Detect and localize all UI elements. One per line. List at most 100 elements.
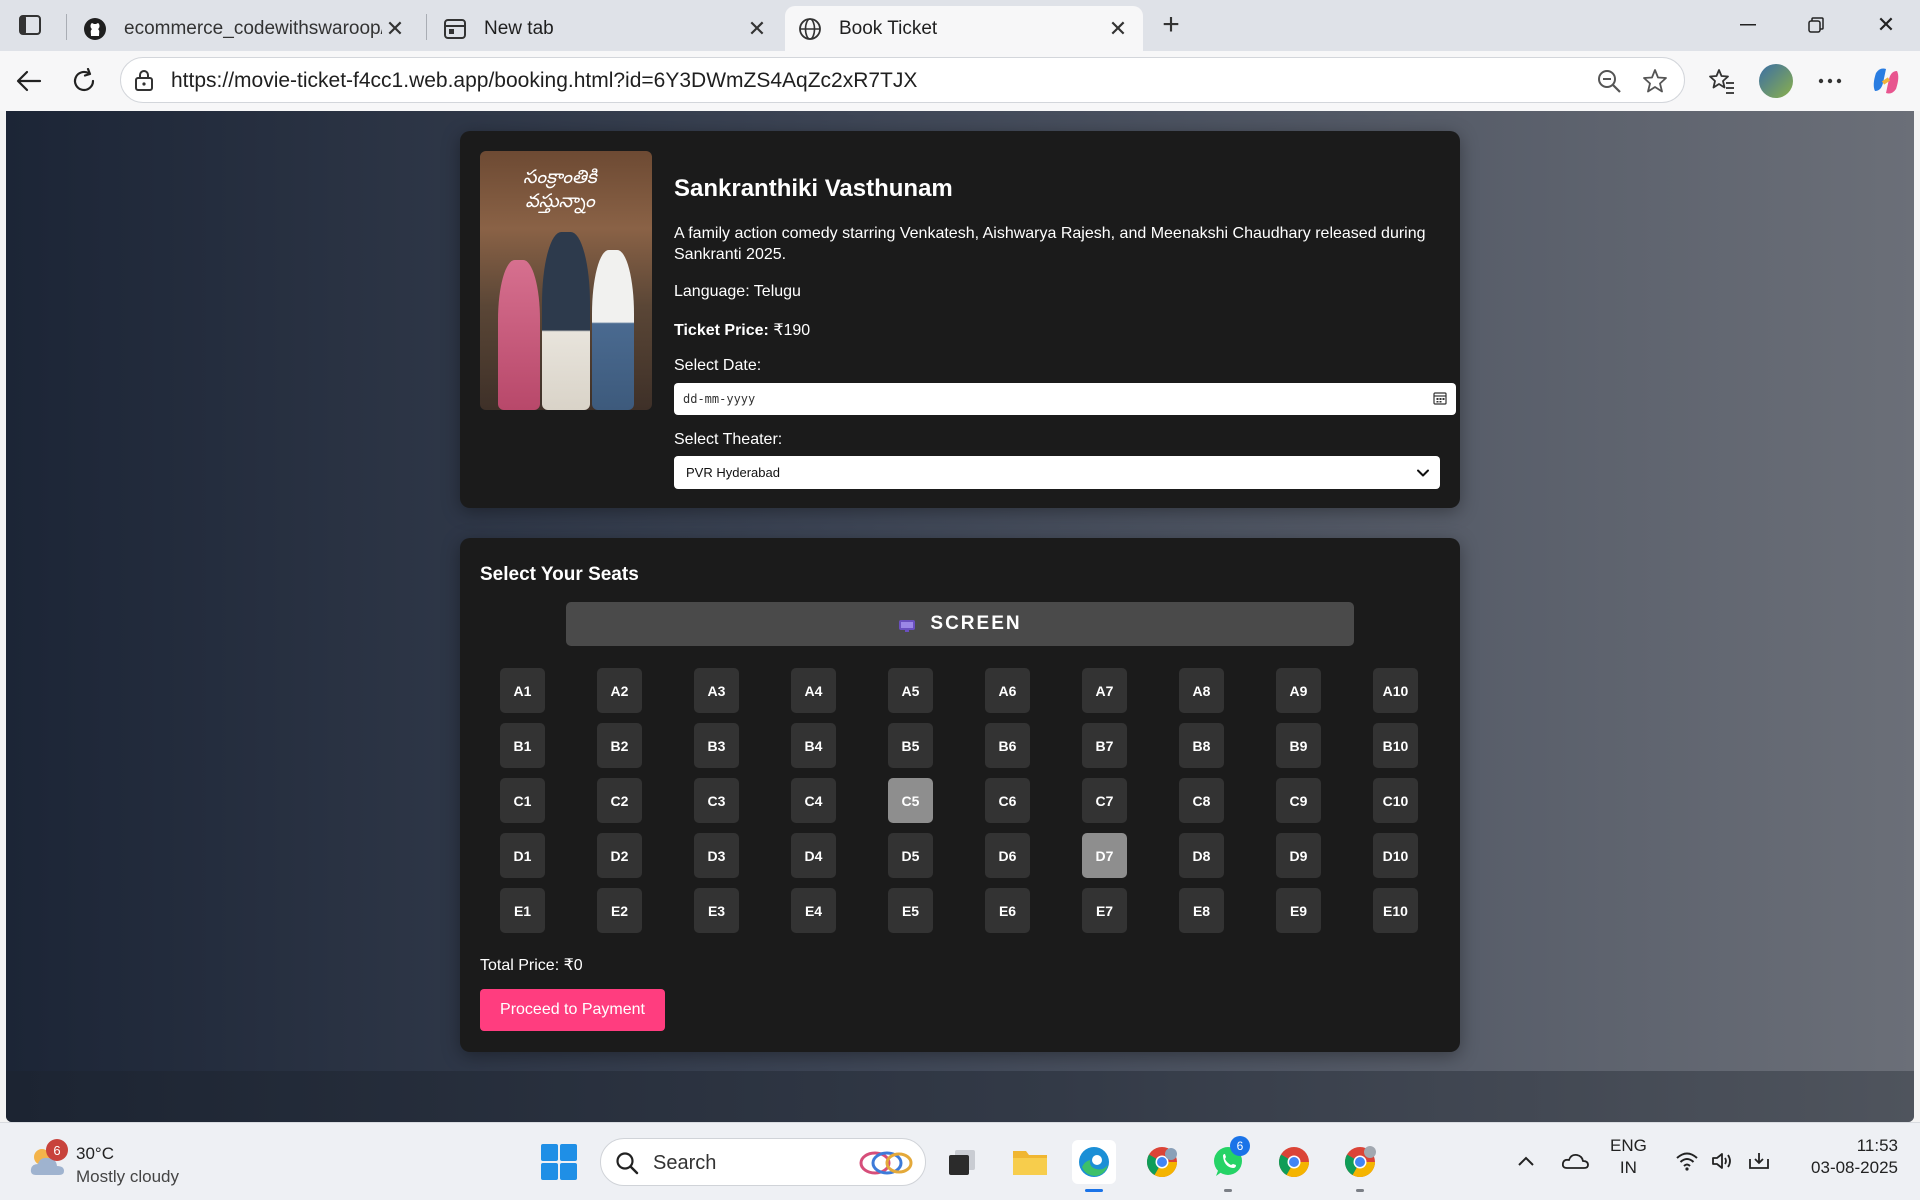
- seat-b2[interactable]: B2: [597, 723, 642, 768]
- more-options-icon[interactable]: [1812, 63, 1848, 99]
- seat-e1[interactable]: E1: [500, 888, 545, 933]
- seat-a7[interactable]: A7: [1082, 668, 1127, 713]
- seat-d6[interactable]: D6: [985, 833, 1030, 878]
- file-explorer-icon[interactable]: [1008, 1140, 1052, 1184]
- seat-b6[interactable]: B6: [985, 723, 1030, 768]
- taskbar-search[interactable]: Search: [600, 1138, 926, 1186]
- close-window-icon[interactable]: ✕: [1862, 8, 1910, 42]
- seat-d1[interactable]: D1: [500, 833, 545, 878]
- copilot-icon[interactable]: [1868, 63, 1904, 99]
- edge-browser-icon[interactable]: [1072, 1140, 1116, 1192]
- seat-c3[interactable]: C3: [694, 778, 739, 823]
- page-footer: [6, 1071, 1914, 1122]
- seat-d10[interactable]: D10: [1373, 833, 1418, 878]
- tab-book-ticket[interactable]: Book Ticket ✕: [785, 6, 1143, 51]
- seat-b4[interactable]: B4: [791, 723, 836, 768]
- seat-b7[interactable]: B7: [1082, 723, 1127, 768]
- favorites-icon[interactable]: [1704, 63, 1740, 99]
- seat-b8[interactable]: B8: [1179, 723, 1224, 768]
- chevron-up-icon[interactable]: [1514, 1149, 1538, 1173]
- seat-a2[interactable]: A2: [597, 668, 642, 713]
- seat-e8[interactable]: E8: [1179, 888, 1224, 933]
- seat-d2[interactable]: D2: [597, 833, 642, 878]
- battery-icon[interactable]: [1746, 1149, 1772, 1173]
- search-label: Search: [653, 1152, 717, 1174]
- system-clock[interactable]: 11:53 03-08-2025: [1811, 1135, 1898, 1179]
- seat-d5[interactable]: D5: [888, 833, 933, 878]
- proceed-to-payment-button[interactable]: Proceed to Payment: [480, 989, 665, 1031]
- volume-icon[interactable]: [1710, 1149, 1736, 1173]
- seat-c8[interactable]: C8: [1179, 778, 1224, 823]
- seat-b5[interactable]: B5: [888, 723, 933, 768]
- browser-tab-strip: ecommerce_codewithswaroop/03 ✕ New tab ✕…: [0, 0, 1920, 51]
- windows-start-icon[interactable]: [540, 1143, 578, 1181]
- seat-e10[interactable]: E10: [1373, 888, 1418, 933]
- seat-c7[interactable]: C7: [1082, 778, 1127, 823]
- onedrive-icon[interactable]: [1560, 1149, 1590, 1173]
- seat-c1[interactable]: C1: [500, 778, 545, 823]
- profile-avatar[interactable]: [1758, 63, 1794, 99]
- tab-github[interactable]: ecommerce_codewithswaroop/03 ✕: [70, 6, 420, 51]
- seat-e3[interactable]: E3: [694, 888, 739, 933]
- seat-c5[interactable]: C5: [888, 778, 933, 823]
- seat-a5[interactable]: A5: [888, 668, 933, 713]
- seat-c9[interactable]: C9: [1276, 778, 1321, 823]
- seat-a9[interactable]: A9: [1276, 668, 1321, 713]
- seat-e9[interactable]: E9: [1276, 888, 1321, 933]
- close-tab-icon[interactable]: ✕: [744, 16, 770, 42]
- close-tab-icon[interactable]: ✕: [1105, 16, 1131, 42]
- seat-c6[interactable]: C6: [985, 778, 1030, 823]
- seat-d4[interactable]: D4: [791, 833, 836, 878]
- seat-e2[interactable]: E2: [597, 888, 642, 933]
- language-indicator[interactable]: ENG IN: [1610, 1135, 1647, 1179]
- seat-d8[interactable]: D8: [1179, 833, 1224, 878]
- seat-c2[interactable]: C2: [597, 778, 642, 823]
- whatsapp-icon[interactable]: 6: [1206, 1136, 1250, 1192]
- seat-c10[interactable]: C10: [1373, 778, 1418, 823]
- seat-d7[interactable]: D7: [1082, 833, 1127, 878]
- windows-taskbar: 6 30°C Mostly cloudy Search 6 ENG IN 11:…: [0, 1122, 1920, 1200]
- page-viewport: సంక్రాంతికి వస్తున్నాం Sankranthiki Vast…: [6, 111, 1914, 1122]
- seat-e6[interactable]: E6: [985, 888, 1030, 933]
- address-bar[interactable]: https://movie-ticket-f4cc1.web.app/booki…: [120, 57, 1685, 103]
- seat-c4[interactable]: C4: [791, 778, 836, 823]
- seat-d3[interactable]: D3: [694, 833, 739, 878]
- calendar-icon[interactable]: [1433, 391, 1447, 405]
- seat-d9[interactable]: D9: [1276, 833, 1321, 878]
- task-view-icon[interactable]: [940, 1140, 984, 1184]
- new-tab-button[interactable]: +: [1156, 8, 1186, 41]
- lock-icon[interactable]: [133, 69, 155, 91]
- github-icon: [82, 16, 108, 42]
- seat-b3[interactable]: B3: [694, 723, 739, 768]
- seat-a1[interactable]: A1: [500, 668, 545, 713]
- favorite-star-icon[interactable]: [1641, 67, 1669, 95]
- reload-icon[interactable]: [67, 64, 101, 98]
- seat-e5[interactable]: E5: [888, 888, 933, 933]
- seat-a4[interactable]: A4: [791, 668, 836, 713]
- chrome-profile-icon[interactable]: [1140, 1140, 1184, 1184]
- ticket-price: Ticket Price: ₹190: [674, 320, 810, 340]
- chrome-icon[interactable]: [1272, 1140, 1316, 1184]
- seat-a10[interactable]: A10: [1373, 668, 1418, 713]
- seat-b1[interactable]: B1: [500, 723, 545, 768]
- seat-e4[interactable]: E4: [791, 888, 836, 933]
- tab-new-tab[interactable]: New tab ✕: [430, 6, 782, 51]
- seat-b10[interactable]: B10: [1373, 723, 1418, 768]
- wifi-icon[interactable]: [1674, 1149, 1700, 1173]
- date-input[interactable]: dd-mm-yyyy: [674, 383, 1456, 415]
- screen-indicator: SCREEN: [566, 602, 1354, 646]
- chrome-profile-2-icon[interactable]: [1338, 1140, 1382, 1192]
- seat-b9[interactable]: B9: [1276, 723, 1321, 768]
- close-tab-icon[interactable]: ✕: [382, 16, 408, 42]
- theater-select[interactable]: PVR Hyderabad: [674, 456, 1440, 489]
- back-icon[interactable]: [12, 64, 46, 98]
- url-text[interactable]: https://movie-ticket-f4cc1.web.app/booki…: [171, 69, 917, 93]
- zoom-out-icon[interactable]: [1596, 68, 1622, 94]
- seat-e7[interactable]: E7: [1082, 888, 1127, 933]
- seat-a3[interactable]: A3: [694, 668, 739, 713]
- restore-icon[interactable]: [1792, 8, 1840, 42]
- seat-a8[interactable]: A8: [1179, 668, 1224, 713]
- seat-a6[interactable]: A6: [985, 668, 1030, 713]
- tab-actions-icon[interactable]: [14, 12, 46, 38]
- minimize-icon[interactable]: [1724, 8, 1772, 42]
